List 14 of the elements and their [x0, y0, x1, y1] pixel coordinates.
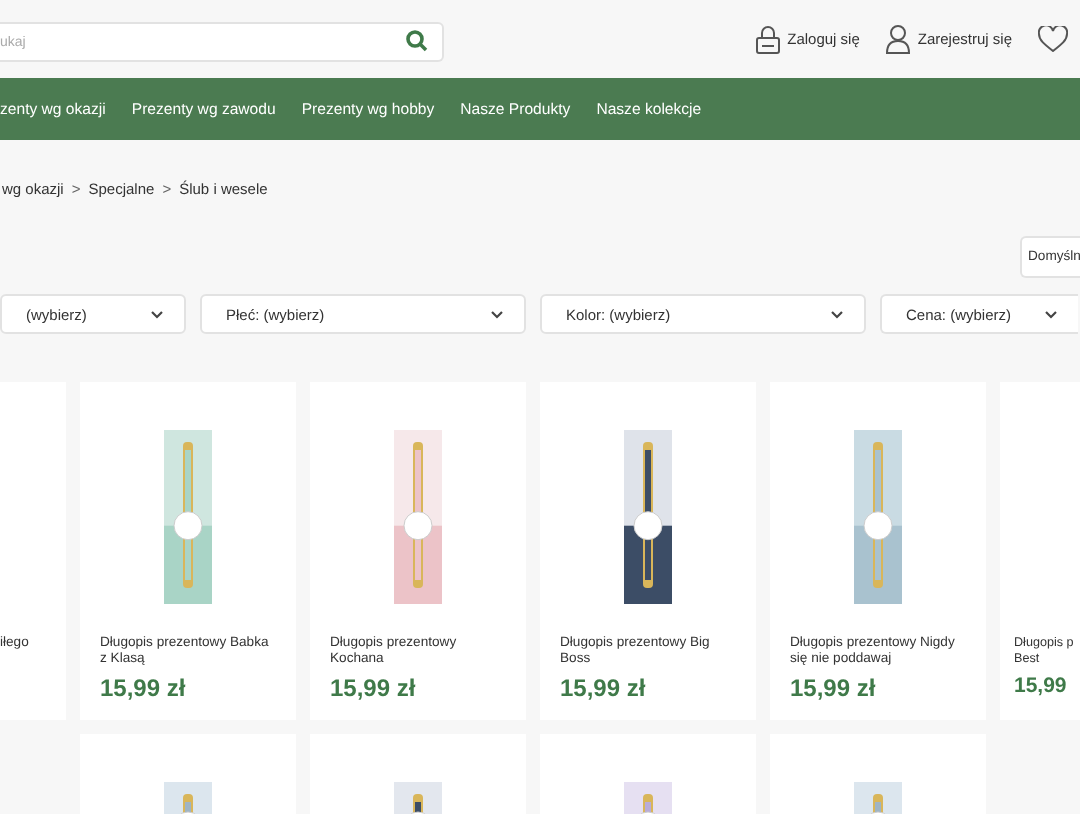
chevron-down-icon: [150, 309, 164, 319]
user-icon: [885, 24, 910, 54]
wishlist-link[interactable]: [1038, 26, 1068, 52]
product-price: 15,99 zł: [100, 674, 188, 702]
chevron-down-icon: [1044, 309, 1058, 319]
product-price: 15,99: [1014, 674, 1069, 698]
product-price: 15,99 zł: [790, 674, 878, 702]
product-price: 15,99 zł: [330, 674, 418, 702]
search-icon: [406, 29, 428, 51]
heart-icon: [1038, 26, 1068, 52]
padlock-icon: [755, 24, 780, 54]
product-price: 15,99 zł: [560, 674, 648, 702]
chevron-down-icon: [830, 309, 844, 319]
chevron-down-icon: [490, 309, 504, 319]
